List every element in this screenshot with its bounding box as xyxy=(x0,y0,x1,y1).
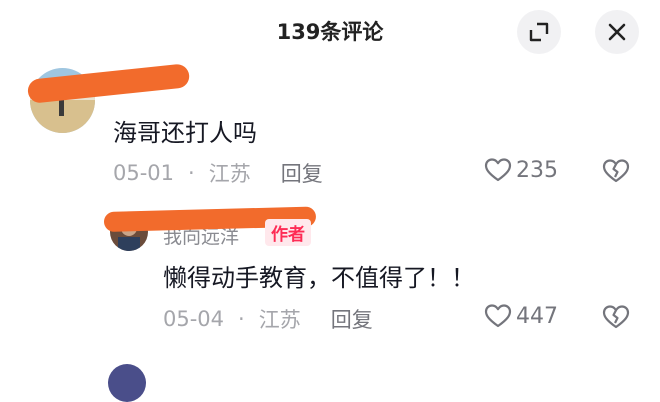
like-count: 235 xyxy=(516,157,558,183)
broken-heart-icon xyxy=(602,305,630,329)
close-icon xyxy=(608,23,626,41)
avatar[interactable] xyxy=(108,364,146,402)
heart-icon xyxy=(484,304,512,328)
comment-meta: 05-01 · 江苏 回复 xyxy=(113,158,323,188)
expand-button[interactable] xyxy=(517,10,561,54)
meta-separator: · xyxy=(238,307,245,331)
author-badge: 作者 xyxy=(265,219,311,246)
like-count: 447 xyxy=(516,303,558,329)
comment-date: 05-04 xyxy=(163,307,225,331)
comment-date: 05-01 xyxy=(113,161,175,185)
like-button[interactable]: 235 xyxy=(484,157,558,183)
dislike-button[interactable] xyxy=(602,304,630,334)
comment-location: 江苏 xyxy=(258,308,301,332)
reply-button[interactable]: 回复 xyxy=(331,304,373,334)
heart-icon xyxy=(484,158,512,182)
comment-text: 海哥还打人吗 xyxy=(113,119,257,147)
comment-meta: 05-04 · 江苏 回复 xyxy=(163,304,373,334)
comment-text: 懒得动手教育，不值得了！！ xyxy=(163,264,475,292)
close-button[interactable] xyxy=(595,10,639,54)
dislike-button[interactable] xyxy=(602,158,630,188)
comment-location: 江苏 xyxy=(208,162,251,186)
comments-count-title: 139条评论 xyxy=(276,20,384,44)
like-button[interactable]: 447 xyxy=(484,303,558,329)
expand-icon xyxy=(529,22,549,42)
broken-heart-icon xyxy=(602,159,630,183)
reply-button[interactable]: 回复 xyxy=(281,158,323,188)
meta-separator: · xyxy=(188,161,195,185)
